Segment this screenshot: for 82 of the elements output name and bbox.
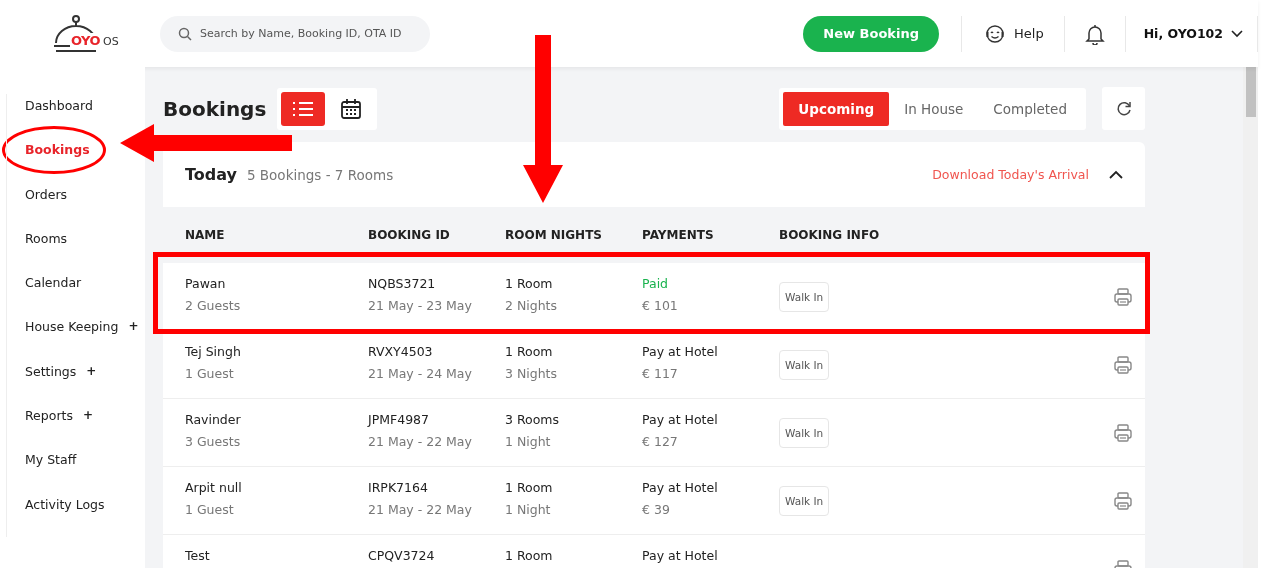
table-cell-text: 1 Room (505, 480, 554, 496)
sidebar-item[interactable]: Bookings (6, 138, 98, 183)
table-cell-text: Pay at Hotel (642, 480, 719, 496)
table-cell-text: 3 Rooms (505, 412, 561, 428)
table-cell-text: 1 Room (505, 276, 554, 292)
table-cell-text: RVXY4503 (368, 344, 434, 360)
table-cell-text: € 117 (642, 366, 679, 381)
table-cell-text: Arpit null (185, 480, 243, 496)
bell-icon[interactable] (1084, 22, 1105, 45)
table-cell-text: 1 Night (505, 502, 552, 517)
table-cell-text: 2 Nights (505, 298, 559, 313)
expand-icon[interactable]: + (82, 408, 93, 423)
expand-icon[interactable]: + (128, 319, 139, 334)
booking-type-tag: Walk In (779, 281, 830, 312)
section-title: Today (185, 165, 237, 184)
table-cell-text: Test (185, 548, 211, 564)
table-cell-text: € 127 (642, 434, 679, 449)
sidebar-item[interactable]: Settings + (6, 359, 105, 405)
table-cell-text: 3 Nights (505, 366, 559, 381)
printer-icon[interactable] (1113, 354, 1133, 375)
sidebar-item[interactable]: Calendar (6, 271, 90, 316)
search-icon (178, 26, 192, 41)
table-cell-text: 2 Guests (185, 298, 242, 313)
booking-type-tag: Walk In (779, 349, 830, 380)
printer-icon[interactable] (1113, 422, 1133, 443)
refresh-button[interactable] (1102, 87, 1145, 130)
logo[interactable]: OYO OS (52, 14, 160, 53)
column-header: BOOKING ID (368, 228, 451, 242)
table-cell-text: € 101 (642, 298, 679, 313)
table-cell-text: 1 Guest (185, 366, 235, 381)
table-cell-text: € 39 (642, 502, 671, 517)
table-cell-text: JPMF4987 (368, 412, 430, 428)
table-cell-text: IRPK7164 (368, 480, 429, 496)
user-menu[interactable]: Hi, OYO102 (1125, 26, 1257, 41)
search-field[interactable]: Search by Name, Booking ID, OTA ID (160, 15, 430, 52)
table-cell-text: 21 May - 24 May (368, 366, 473, 381)
table-cell-text: 1 Night (505, 434, 552, 449)
sidebar-item[interactable]: Dashboard (6, 94, 101, 139)
list-view-button[interactable] (281, 91, 326, 126)
table-cell-text: 21 May - 22 May (368, 434, 473, 449)
table-cell-text: 1 Room (505, 344, 554, 360)
headset-icon (984, 22, 1006, 45)
table-cell-text: 1 Room (505, 548, 554, 564)
table-cell-text: Paid (642, 276, 670, 292)
booking-type-tag: Walk In (779, 485, 830, 516)
expand-icon[interactable]: + (86, 363, 97, 378)
help-link[interactable]: Help (962, 22, 1064, 45)
scrollbar-thumb[interactable] (1246, 67, 1256, 117)
column-header: BOOKING INFO (779, 228, 881, 242)
list-view-icon (292, 100, 315, 117)
chevron-up-icon[interactable] (1109, 170, 1123, 179)
table-cell-text: Pay at Hotel (642, 344, 719, 360)
table-cell-text: 1 Guest (185, 502, 235, 517)
table-cell-text: NQBS3721 (368, 276, 437, 292)
sidebar-item[interactable]: Activity Logs (6, 492, 113, 537)
chevron-down-icon (1231, 29, 1243, 38)
sidebar-item[interactable]: Rooms (6, 226, 76, 272)
sidebar-item[interactable]: My Staff (6, 448, 85, 493)
calendar-icon (340, 97, 363, 120)
page-title: Bookings (163, 96, 267, 121)
download-link[interactable]: Download Today's Arrival (932, 167, 1089, 182)
refresh-icon (1115, 100, 1132, 117)
column-header: PAYMENTS (642, 228, 715, 242)
booking-type-tag: Walk In (779, 417, 830, 448)
table-cell-text: Pay at Hotel (642, 548, 719, 564)
sidebar-item[interactable]: Reports + (6, 404, 101, 449)
table-cell-text: CPQV3724 (368, 548, 436, 564)
table-cell-text: 21 May - 23 May (368, 298, 473, 313)
table-cell-text: Ravinder (185, 412, 242, 428)
scrollbar[interactable] (1243, 67, 1258, 568)
printer-icon[interactable] (1113, 286, 1133, 307)
table-cell-text: 3 Guests (185, 434, 242, 449)
column-header: NAME (185, 228, 226, 242)
printer-icon[interactable] (1113, 490, 1133, 511)
column-header: ROOM NIGHTS (505, 228, 642, 242)
table-cell-text: Pay at Hotel (642, 412, 719, 428)
table-cell-text: Tej Singh (185, 344, 242, 360)
tab[interactable]: Upcoming (783, 91, 890, 126)
table-cell-text: 21 May - 22 May (368, 502, 473, 517)
table-cell-text: Pawan (185, 276, 227, 292)
sidebar-item[interactable]: Orders (6, 182, 76, 227)
booking-summary: 5 Bookings - 7 Rooms (246, 166, 394, 183)
